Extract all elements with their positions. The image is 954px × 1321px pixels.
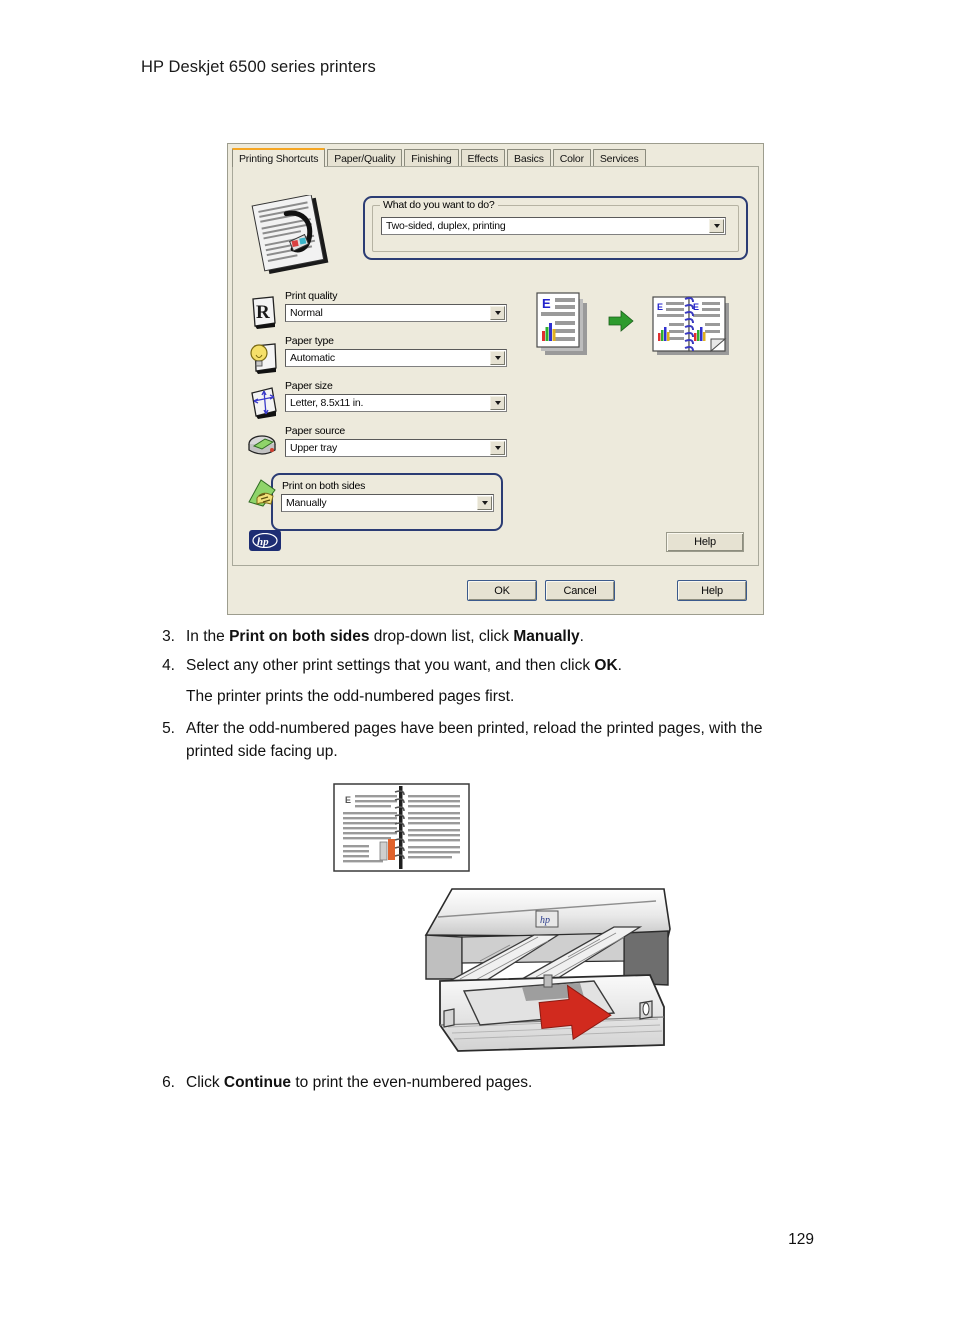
setting-row: Paper size Letter, 8.5x11 in. (245, 379, 507, 424)
chevron-down-icon[interactable] (477, 496, 492, 510)
what-do-you-want-dropdown[interactable]: Two-sided, duplex, printing (381, 217, 726, 235)
step-item: 5. After the odd-numbered pages have been… (151, 718, 811, 762)
tab-basics[interactable]: Basics (507, 148, 551, 167)
tab-effects[interactable]: Effects (460, 148, 506, 167)
printer-reload-paper-illustration: hp (418, 875, 680, 1060)
svg-text:hp: hp (257, 536, 269, 548)
setting-row: R Print quality Normal (245, 289, 507, 334)
step-text: Select any other print settings that you… (186, 657, 622, 675)
chevron-down-icon[interactable] (709, 219, 724, 233)
setting-label: Print quality (285, 290, 338, 302)
print-both-sides-dropdown[interactable]: Manually (281, 494, 494, 512)
setting-value: Normal (290, 307, 323, 319)
instruction-step-6: 6. Click Continue to print the even-numb… (151, 1072, 811, 1101)
printing-shortcuts-panel: What do you want to do? Two-sided, duple… (232, 166, 759, 566)
print-both-sides-icon (245, 472, 279, 508)
print-both-sides-value: Manually (286, 497, 327, 509)
step-item: 4. Select any other print settings that y… (151, 655, 811, 677)
step-text: The printer prints the odd-numbered page… (186, 688, 515, 706)
setting-row: Paper type Automatic (245, 334, 507, 379)
step-item: The printer prints the odd-numbered page… (151, 686, 811, 708)
document-preview-icon (245, 193, 340, 281)
step-text: Click Continue to print the even-numbere… (186, 1074, 533, 1091)
setting-label: Paper type (285, 335, 334, 347)
chevron-down-icon[interactable] (490, 306, 505, 320)
paper-source-icon (245, 428, 279, 464)
svg-text:hp: hp (540, 915, 550, 926)
print-properties-dialog: Printing Shortcuts Paper/Quality Finishing… (227, 143, 764, 615)
step-number: 3. (162, 628, 175, 645)
tab-paper-quality[interactable]: Paper/Quality (327, 148, 403, 167)
step-text: After the odd-numbered pages have been p… (186, 720, 763, 760)
setting-dropdown[interactable]: Upper tray (285, 439, 507, 457)
print-quality-icon: R (245, 293, 279, 329)
open-spiral-book-illustration: E (333, 783, 470, 876)
tab-printing-shortcuts[interactable]: Printing Shortcuts (232, 147, 326, 167)
hp-logo: hp (249, 530, 281, 551)
cancel-button[interactable]: Cancel (545, 580, 615, 601)
print-both-sides-highlight: Print on both sides Manually (271, 473, 503, 531)
setting-label: Paper size (285, 380, 333, 392)
step-number: 6. (162, 1074, 175, 1091)
step-number: 4. (162, 657, 175, 675)
setting-dropdown[interactable]: Normal (285, 304, 507, 322)
paper-size-icon (245, 383, 279, 419)
step-number: 5. (162, 720, 175, 738)
dialog-footer: OK Cancel Help (228, 574, 763, 608)
chevron-down-icon[interactable] (490, 396, 505, 410)
instruction-steps: 3. In the Print on both sides drop-down l… (151, 626, 811, 770)
setting-value: Automatic (290, 352, 335, 364)
chevron-down-icon[interactable] (490, 441, 505, 455)
panel-help-button[interactable]: Help (666, 532, 744, 552)
tab-services[interactable]: Services (592, 148, 646, 167)
tab-color[interactable]: Color (552, 148, 591, 167)
page-title: HP Deskjet 6500 series printers (141, 58, 376, 76)
svg-text:E: E (345, 795, 351, 805)
setting-dropdown[interactable]: Letter, 8.5x11 in. (285, 394, 507, 412)
page-number: 129 (788, 1231, 814, 1248)
ok-button[interactable]: OK (467, 580, 537, 601)
chevron-down-icon[interactable] (490, 351, 505, 365)
step-text: In the Print on both sides drop-down lis… (186, 628, 584, 645)
setting-label: Paper source (285, 425, 346, 437)
what-do-you-want-highlight: What do you want to do? Two-sided, duple… (363, 196, 748, 260)
svg-text:E: E (657, 302, 663, 312)
paper-type-icon (245, 338, 279, 374)
help-button[interactable]: Help (677, 580, 747, 601)
setting-value: Upper tray (290, 442, 338, 454)
setting-dropdown[interactable]: Automatic (285, 349, 507, 367)
svg-text:R: R (256, 302, 270, 323)
duplex-preview-graphic: E E E (533, 289, 738, 359)
what-do-you-want-legend: What do you want to do? (380, 199, 498, 211)
tab-strip: Printing Shortcuts Paper/Quality Finishing… (232, 147, 759, 167)
svg-text:E: E (542, 296, 551, 311)
svg-text:E: E (693, 302, 699, 312)
setting-value: Letter, 8.5x11 in. (290, 397, 364, 409)
what-do-you-want-value: Two-sided, duplex, printing (386, 220, 506, 232)
settings-list: R Print quality Normal Paper type Automatic P… (245, 289, 507, 469)
step-item: 3. In the Print on both sides drop-down l… (151, 626, 811, 648)
setting-row: Paper source Upper tray (245, 424, 507, 469)
print-both-sides-label: Print on both sides (282, 480, 366, 492)
tab-finishing[interactable]: Finishing (404, 148, 459, 167)
step-item: 6. Click Continue to print the even-numb… (151, 1072, 811, 1094)
